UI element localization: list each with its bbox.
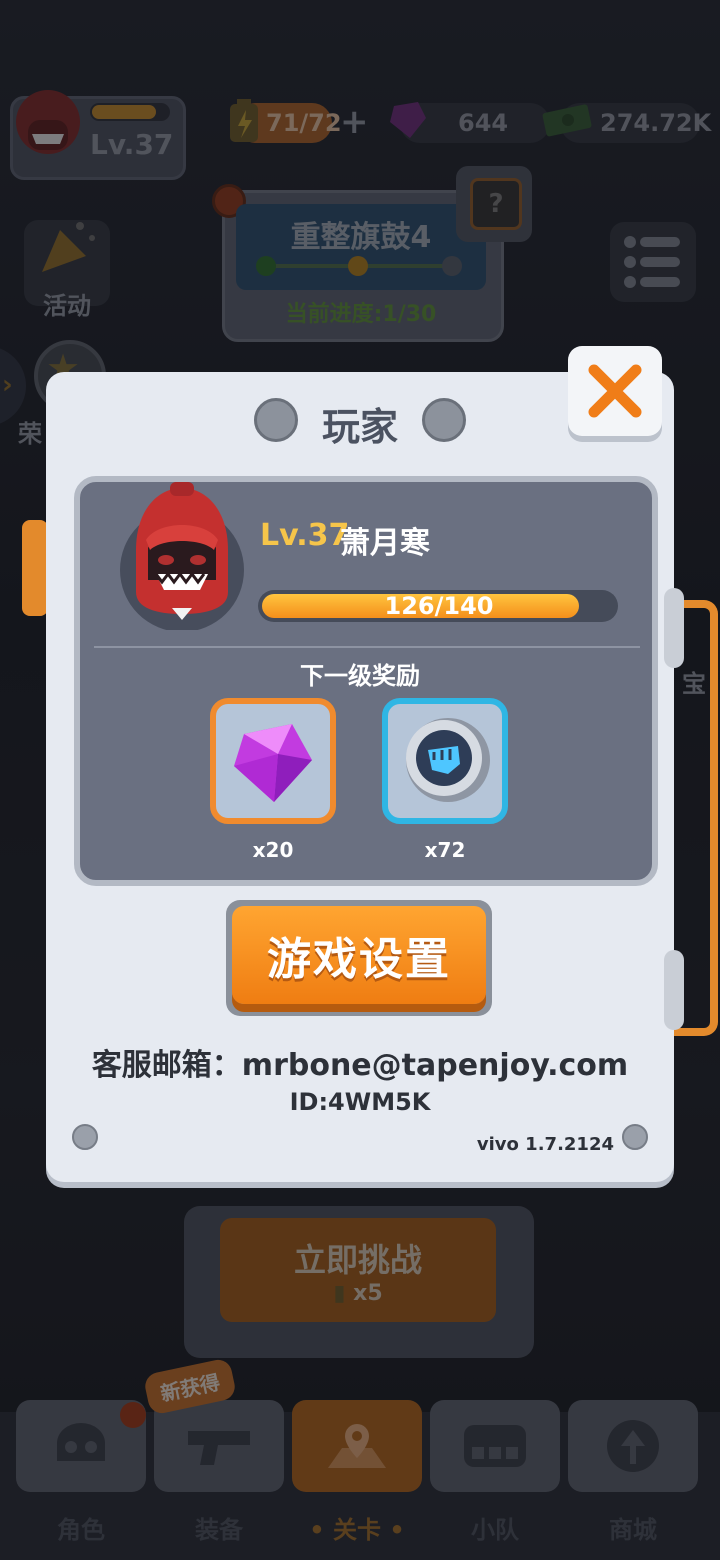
reward-slot-fist-coin[interactable] [382, 698, 508, 824]
version-text: vivo 1.7.2124 [476, 1134, 614, 1155]
rail-clip [664, 950, 684, 1030]
next-level-reward-label: 下一级奖励 [300, 662, 420, 690]
reward-slot-gem[interactable] [210, 698, 336, 824]
reward-qty: x72 [424, 838, 466, 862]
reward-qty: x20 [252, 838, 294, 862]
support-email[interactable]: 客服邮箱：mrbone@tapenjoy.com [0, 1040, 720, 1084]
modal-side-tab [22, 520, 48, 616]
player-avatar-icon [120, 482, 244, 630]
player-id: ID:4WM5K [289, 1088, 431, 1116]
fist-coin-icon [406, 718, 490, 802]
player-name: 萧月寒 [340, 526, 430, 561]
screw-decoration-icon [622, 1124, 648, 1150]
dialog-title: 玩家 [321, 405, 398, 449]
divider [94, 646, 640, 648]
xp-text: 126/140 [384, 592, 494, 620]
screw-decoration-icon [72, 1124, 98, 1150]
game-settings-button[interactable]: 游戏设置 [232, 906, 486, 1004]
player-level: Lv.37 [260, 518, 350, 553]
gem-icon [234, 724, 312, 802]
